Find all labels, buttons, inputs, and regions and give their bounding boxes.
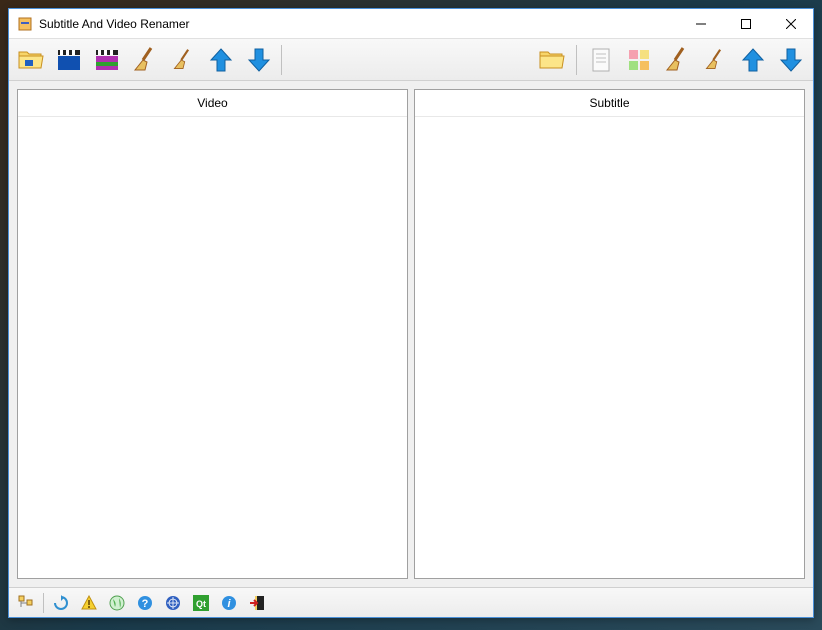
info-icon: i (221, 595, 237, 611)
exit-button[interactable] (246, 592, 268, 614)
move-video-down-button[interactable] (241, 42, 277, 78)
app-icon (17, 16, 33, 32)
un-globe-icon (165, 595, 181, 611)
clear-subtitle-button[interactable] (659, 42, 695, 78)
move-subtitle-up-button[interactable] (735, 42, 771, 78)
video-toolbar-group (13, 42, 277, 78)
folder-icon (17, 46, 45, 74)
exit-icon (249, 595, 265, 611)
document-icon (587, 46, 615, 74)
arrow-up-icon (207, 46, 235, 74)
clapper-blue-icon (55, 46, 83, 74)
folder-icon (538, 46, 566, 74)
minimize-button[interactable] (678, 9, 723, 38)
arrow-up-icon (739, 46, 767, 74)
arrow-down-icon (245, 46, 273, 74)
help-button[interactable]: ? (134, 592, 156, 614)
clear-video-button[interactable] (127, 42, 163, 78)
video-panel: Video (17, 89, 408, 579)
refresh-button[interactable] (50, 592, 72, 614)
subtitle-panel-header: Subtitle (415, 90, 804, 117)
subtitle-panel: Subtitle (414, 89, 805, 579)
maximize-button[interactable] (723, 9, 768, 38)
broom-small-icon (171, 48, 195, 72)
titlebar: Subtitle And Video Renamer (9, 9, 813, 39)
window-title: Subtitle And Video Renamer (39, 17, 678, 31)
about-qt-button[interactable]: Qt (190, 592, 212, 614)
web-button[interactable] (106, 592, 128, 614)
content-area: Video Subtitle (9, 81, 813, 587)
broom-small-icon (703, 48, 727, 72)
clear-selected-video-button[interactable] (165, 42, 201, 78)
move-subtitle-down-button[interactable] (773, 42, 809, 78)
qt-icon: Qt (193, 595, 209, 611)
open-video-folder-button[interactable] (13, 42, 49, 78)
about-button[interactable]: i (218, 592, 240, 614)
clapper-color-icon (93, 46, 121, 74)
subtitle-toolbar-group (534, 42, 809, 78)
broom-icon (131, 46, 159, 74)
toolbar-divider (576, 45, 577, 75)
tree-view-button[interactable] (15, 592, 37, 614)
statusbar: ? Qt i (9, 587, 813, 617)
main-toolbar (9, 39, 813, 81)
add-video-color-button[interactable] (89, 42, 125, 78)
arrow-down-icon (777, 46, 805, 74)
help-icon: ? (137, 595, 153, 611)
move-video-up-button[interactable] (203, 42, 239, 78)
video-panel-header: Video (18, 90, 407, 117)
app-window: Subtitle And Video Renamer (8, 8, 814, 618)
subtitle-formats-button[interactable] (621, 42, 657, 78)
window-controls (678, 9, 813, 38)
toolbar-divider (281, 45, 282, 75)
close-button[interactable] (768, 9, 813, 38)
warning-icon (81, 595, 97, 611)
subtitle-list[interactable] (415, 117, 804, 578)
statusbar-divider (43, 593, 44, 613)
globe-icon (109, 595, 125, 611)
clear-selected-subtitle-button[interactable] (697, 42, 733, 78)
open-subtitle-folder-button[interactable] (534, 42, 570, 78)
tree-icon (18, 595, 34, 611)
broom-icon (663, 46, 691, 74)
video-list[interactable] (18, 117, 407, 578)
language-button[interactable] (162, 592, 184, 614)
refresh-icon (53, 595, 69, 611)
add-video-button[interactable] (51, 42, 87, 78)
warning-button[interactable] (78, 592, 100, 614)
svg-text:?: ? (142, 598, 149, 610)
svg-text:Qt: Qt (196, 599, 206, 609)
color-grid-icon (625, 46, 653, 74)
add-subtitle-button[interactable] (583, 42, 619, 78)
